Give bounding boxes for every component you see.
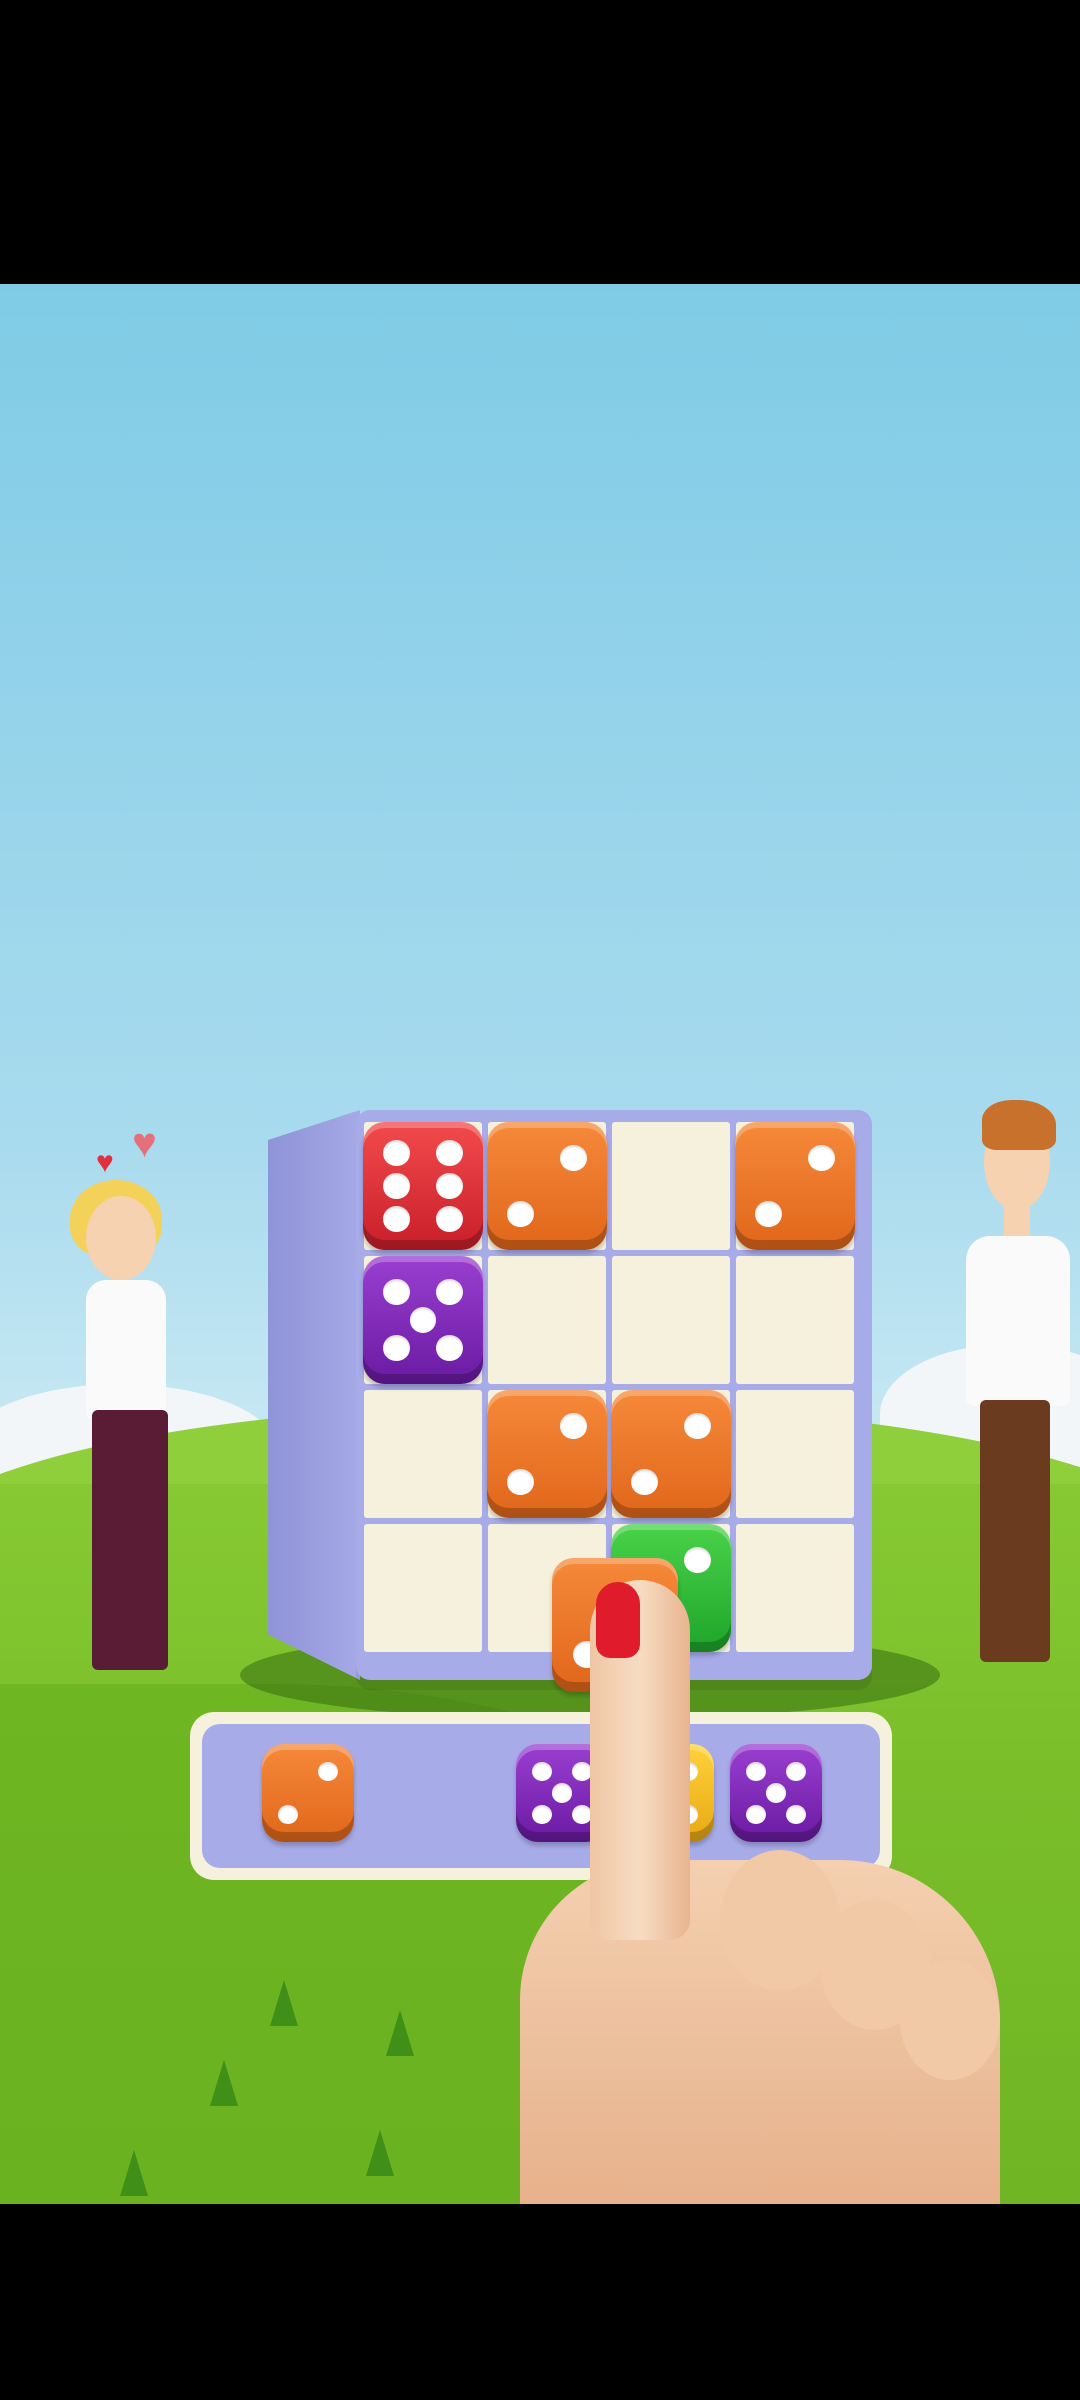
board-cell[interactable] — [736, 1524, 854, 1652]
die-pip — [631, 1469, 658, 1495]
board-cell[interactable] — [364, 1524, 482, 1652]
die-pip — [318, 1761, 339, 1782]
finger-nail — [596, 1582, 640, 1658]
die-pip — [436, 1335, 463, 1361]
letterbox-bottom — [0, 2204, 1080, 2400]
orange-die-2 — [487, 1122, 607, 1250]
die-pip — [765, 1783, 787, 1803]
die-pip — [755, 1201, 782, 1227]
heart-icon: ♥ — [132, 1119, 157, 1166]
die-pip — [684, 1413, 711, 1439]
hand-knuckle — [900, 1960, 1000, 2080]
man-neck — [1004, 1200, 1030, 1240]
grass-tuft — [210, 2060, 238, 2106]
die-pip — [277, 1804, 298, 1825]
woman-head — [86, 1196, 156, 1280]
grass-tuft — [270, 1980, 298, 2026]
board-cell[interactable] — [364, 1390, 482, 1518]
board-cell[interactable] — [612, 1256, 730, 1384]
die-pip — [531, 1804, 552, 1825]
die-pip — [531, 1761, 552, 1782]
letterbox-top — [0, 0, 1080, 284]
die-pip — [436, 1206, 463, 1233]
man-hair — [982, 1100, 1056, 1150]
die-pip — [684, 1547, 711, 1573]
die-pip — [786, 1761, 807, 1782]
red-die-6 — [363, 1122, 483, 1250]
board-side — [268, 1110, 360, 1680]
dice-tray-inner — [202, 1724, 880, 1868]
orange-die-2[interactable] — [262, 1744, 354, 1842]
board-cell[interactable] — [488, 1256, 606, 1384]
purple-die-5 — [363, 1256, 483, 1384]
die-pip — [560, 1413, 587, 1439]
die-pip — [745, 1761, 766, 1782]
die-pip — [786, 1804, 807, 1825]
man-body — [966, 1236, 1070, 1406]
die-pip — [551, 1783, 573, 1803]
grass-tuft — [366, 2130, 394, 2176]
die-pip — [383, 1335, 410, 1361]
man-legs — [980, 1400, 1050, 1662]
die-pip — [560, 1145, 587, 1171]
die-pip — [383, 1279, 410, 1305]
board-cell[interactable] — [736, 1256, 854, 1384]
orange-die-2 — [735, 1122, 855, 1250]
board-cell[interactable] — [612, 1122, 730, 1250]
heart-icon: ♥ — [96, 1146, 114, 1179]
woman-body — [86, 1280, 166, 1420]
die-pip — [745, 1804, 766, 1825]
die-pip — [507, 1469, 534, 1495]
orange-die-2 — [487, 1390, 607, 1518]
purple-die-5[interactable] — [730, 1744, 822, 1842]
woman-legs — [92, 1410, 168, 1670]
die-pip — [436, 1139, 463, 1166]
die-pip — [436, 1173, 463, 1199]
grass-tuft — [386, 2010, 414, 2056]
die-pip — [808, 1145, 835, 1171]
die-pip — [383, 1139, 410, 1166]
die-pip — [383, 1206, 410, 1233]
grass-tuft — [120, 2150, 148, 2196]
die-pip — [436, 1279, 463, 1305]
board-cell[interactable] — [736, 1390, 854, 1518]
orange-die-2 — [611, 1390, 731, 1518]
die-pip — [383, 1173, 410, 1199]
die-pip — [409, 1307, 437, 1333]
die-pip — [507, 1201, 534, 1227]
